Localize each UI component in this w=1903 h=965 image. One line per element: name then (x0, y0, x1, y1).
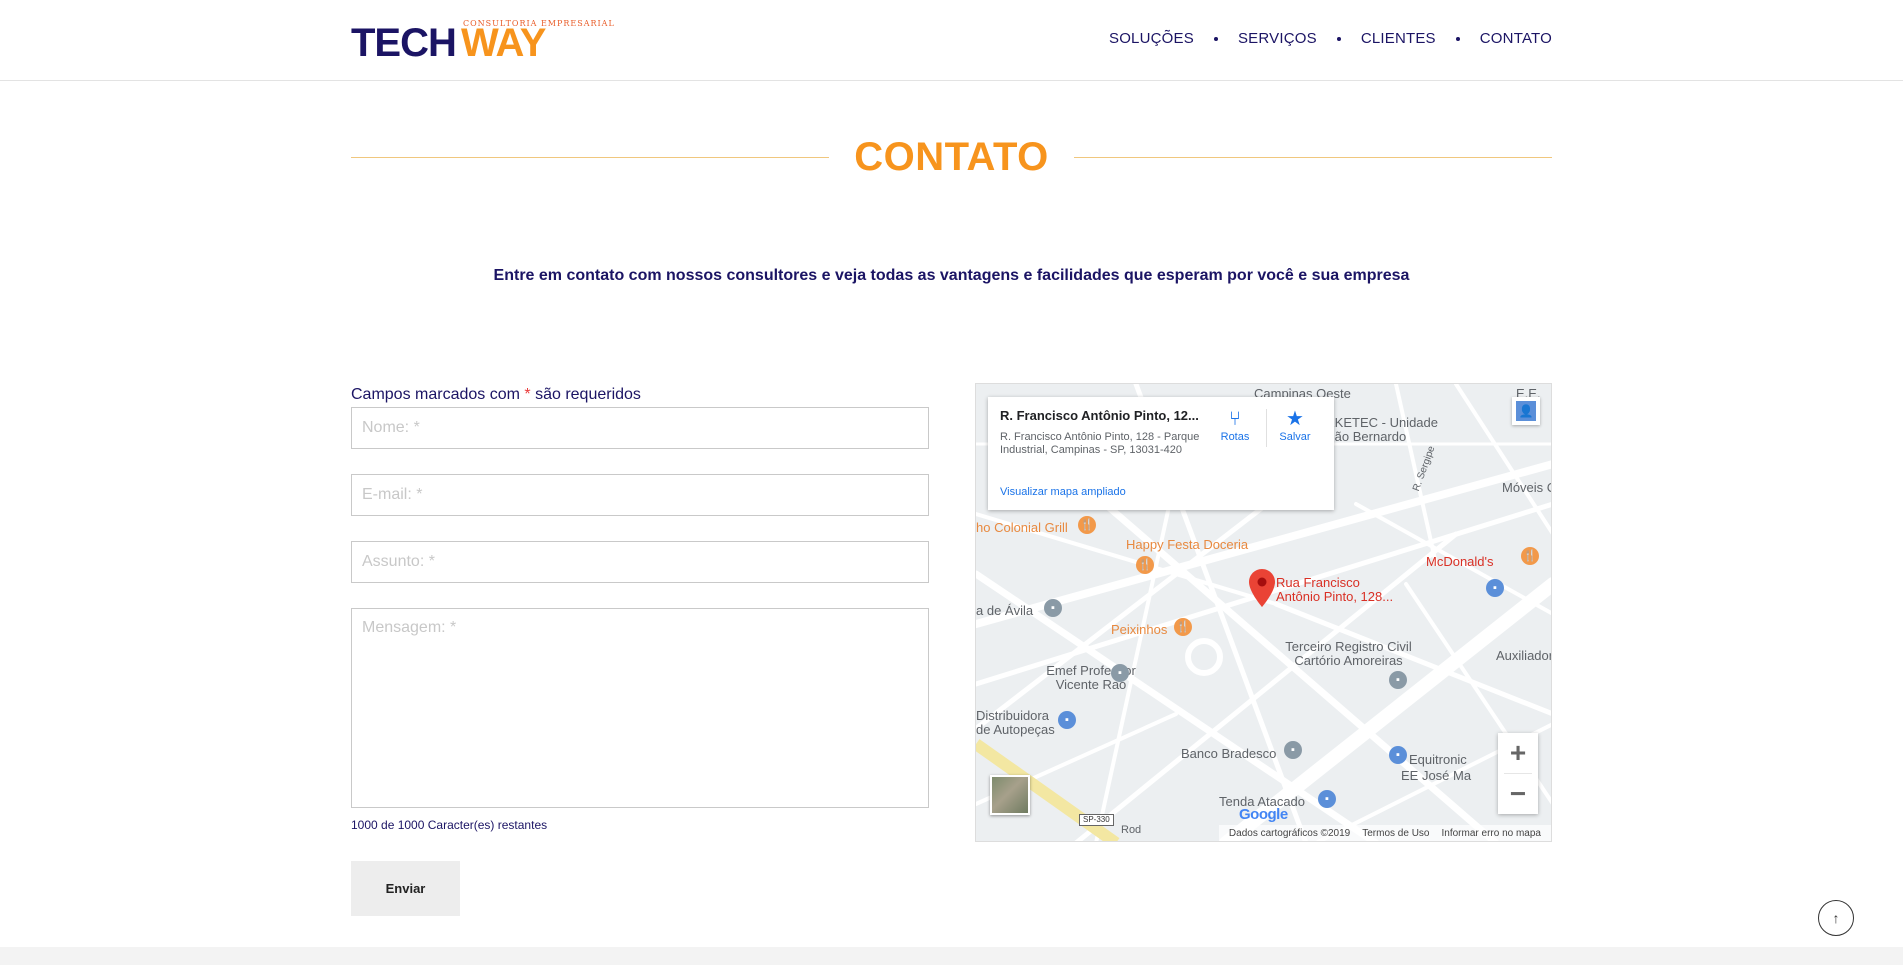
map-info-card: R. Francisco Antônio Pinto, 12... R. Fra… (988, 397, 1334, 510)
directions-icon: ⑂ (1229, 408, 1241, 430)
nav-separator (1213, 36, 1218, 41)
street-view-pegman[interactable]: 👤 (1512, 397, 1540, 425)
zoom-in-button[interactable]: + (1498, 733, 1538, 773)
directions-label: Rotas (1220, 431, 1250, 443)
restaurant-icon: 🍴 (1521, 547, 1539, 565)
zoom-control: + − (1498, 733, 1538, 814)
google-map[interactable]: Campinas Oeste EKETEC - Unidade São Bern… (975, 383, 1552, 842)
required-note-suffix: são requeridos (530, 386, 641, 403)
map-label-eejose: EE José Ma (1401, 768, 1472, 783)
shopping-icon: ▪ (1389, 746, 1407, 764)
subject-field[interactable] (351, 541, 929, 583)
shopping-icon: ▪ (1318, 790, 1336, 808)
map-data-credit: Dados cartográficos ©2019 (1228, 827, 1351, 839)
nav-separator (1455, 36, 1460, 41)
google-logo: Google (1239, 806, 1288, 823)
info-title: R. Francisco Antônio Pinto, 12... (1000, 408, 1199, 423)
required-note: Campos marcados com * são requeridos (351, 383, 930, 407)
poi-icon: ▪ (1389, 671, 1407, 689)
nav-item-servicos[interactable]: SERVIÇOS (1238, 30, 1317, 47)
restaurant-icon: 🍴 (1174, 618, 1192, 636)
message-field[interactable] (351, 608, 929, 808)
logo-way: WAY (461, 21, 546, 65)
map-label-eketec: EKETEC - Unidade São Bernardo (1326, 415, 1438, 444)
map-label-distribuidora: Distribuidora de Autopeças (976, 708, 1055, 737)
required-note-prefix: Campos marcados com (351, 386, 525, 403)
logo-tech: TECH (351, 21, 457, 65)
char-counter: 1000 de 1000 Caracter(es) restantes (351, 818, 548, 832)
techway-logo[interactable]: CONSULTORIA EMPRESARIAL TECH WAY (351, 19, 614, 65)
map-terms-link[interactable]: Termos de Uso (1362, 828, 1429, 839)
arrow-up-icon: ↑ (1832, 910, 1840, 926)
heading-divider-right (1074, 157, 1552, 158)
map-label-avila: a de Ávila (976, 603, 1034, 618)
map-label-colonial: ho Colonial Grill (976, 520, 1068, 535)
map-label-rod: Rod (1121, 824, 1142, 836)
pin-label: Rua Francisco Antônio Pinto, 128... (1276, 575, 1394, 604)
school-icon: ▪ (1111, 664, 1129, 682)
view-larger-map-link[interactable]: Visualizar mapa ampliado (1000, 486, 1126, 498)
nav-item-contato[interactable]: CONTATO (1480, 30, 1552, 47)
zoom-out-button[interactable]: − (1498, 774, 1538, 814)
send-button[interactable]: Enviar (351, 861, 460, 916)
save-button[interactable]: ★ Salvar (1270, 407, 1320, 443)
bank-icon: ▪ (1284, 741, 1302, 759)
nav-item-solucoes[interactable]: SOLUÇÕES (1109, 30, 1194, 47)
nav-item-clientes[interactable]: CLIENTES (1361, 30, 1436, 47)
map-label-moveis: Móveis Ca (1502, 480, 1551, 495)
directions-button[interactable]: ⑂ Rotas (1210, 407, 1260, 443)
pegman-icon: 👤 (1516, 401, 1536, 421)
scroll-to-top-button[interactable]: ↑ (1818, 900, 1854, 936)
satellite-toggle[interactable] (990, 775, 1030, 815)
contact-form: Campos marcados com * são requeridos 100… (351, 383, 930, 916)
map-label-emef: Emef Professor Vicente Rao (1046, 663, 1136, 692)
lead-text: Entre em contato com nossos consultores … (493, 267, 1410, 284)
map-label-peixinhos: Peixinhos (1111, 622, 1168, 637)
google-logo-text: Google (1239, 806, 1288, 823)
map-report-link[interactable]: Informar erro no mapa (1442, 828, 1542, 839)
location-pin-icon[interactable] (1249, 569, 1275, 607)
shopping-icon: ▪ (1058, 711, 1076, 729)
shopping-icon: ▪ (1486, 579, 1504, 597)
footer-band (0, 947, 1903, 965)
email-field[interactable] (351, 474, 929, 516)
section-heading: CONTATO (351, 132, 1552, 184)
star-icon: ★ (1286, 408, 1304, 430)
save-label: Salvar (1279, 431, 1311, 443)
restaurant-icon: 🍴 (1078, 516, 1096, 534)
site-header: CONSULTORIA EMPRESARIAL TECH WAY SOLUÇÕE… (0, 0, 1903, 81)
info-divider (1266, 409, 1267, 447)
main-nav: SOLUÇÕES SERVIÇOS CLIENTES CONTATO (1109, 30, 1552, 47)
map-label-bradesco: Banco Bradesco (1181, 746, 1277, 761)
info-address: R. Francisco Antônio Pinto, 128 - Parque… (1000, 431, 1200, 456)
map-label-auxiliadora: Auxiliadora (1496, 648, 1551, 663)
map-label-terceiro: Terceiro Registro Civil Cartório Amoreir… (1285, 639, 1412, 668)
nav-separator (1336, 36, 1341, 41)
name-field[interactable] (351, 407, 929, 449)
map-footer: Dados cartográficos ©2019 Termos de Uso … (1218, 825, 1551, 841)
poi-icon: ▪ (1044, 599, 1062, 617)
map-label-happy: Happy Festa Doceria (1126, 537, 1249, 552)
highway-shield: SP-330 (1079, 814, 1114, 826)
restaurant-icon: 🍴 (1136, 556, 1154, 574)
map-label-equitronic: Equitronic (1409, 752, 1467, 767)
map-label-mcdonalds: McDonald's (1426, 554, 1494, 569)
